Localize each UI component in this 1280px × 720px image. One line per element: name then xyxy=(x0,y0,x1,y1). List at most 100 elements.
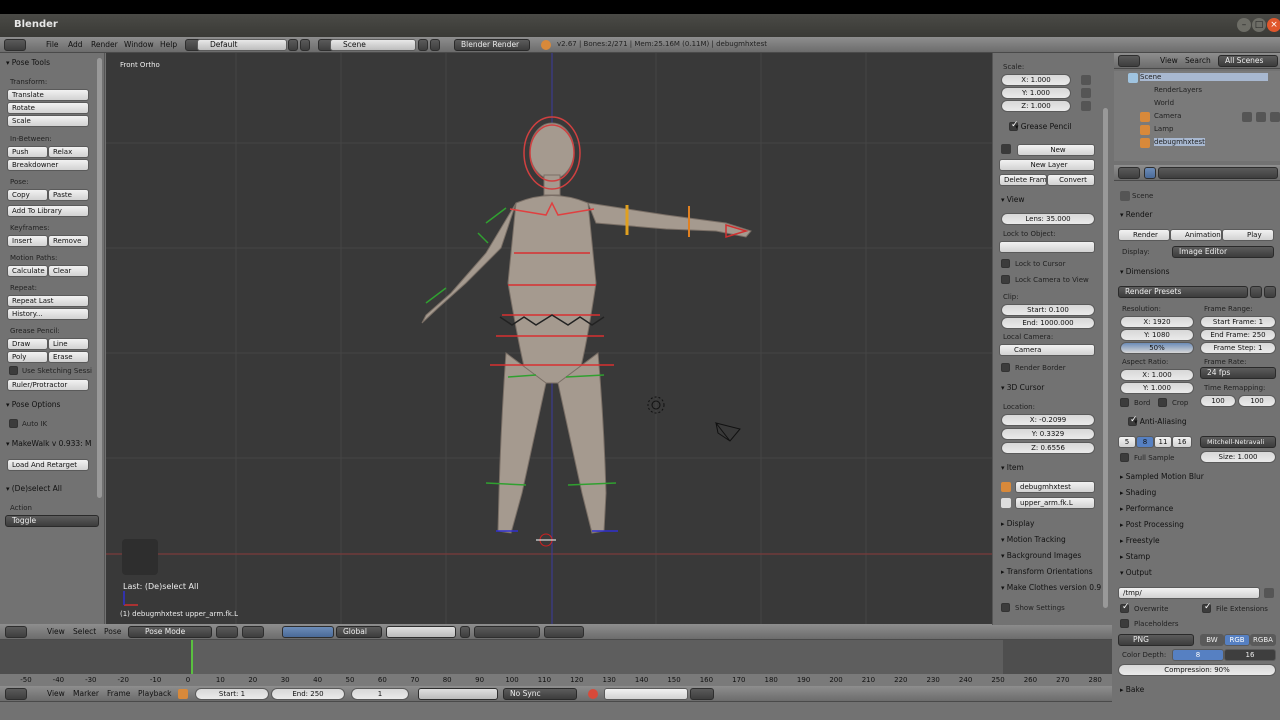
grease-pencil-panel[interactable]: Grease Pencil xyxy=(1001,122,1072,131)
outliner-item[interactable]: Scene xyxy=(1140,73,1268,81)
full-sample-checkbox[interactable] xyxy=(1120,453,1129,462)
erase-button[interactable]: Erase xyxy=(48,351,89,363)
insert-keyframe-button[interactable]: Insert xyxy=(7,235,48,247)
aa-samples-11[interactable]: 11 xyxy=(1154,436,1172,448)
copy-pose-button[interactable]: Copy xyxy=(7,189,48,201)
line-button[interactable]: Line xyxy=(48,338,89,350)
pivot-icon[interactable] xyxy=(242,626,264,638)
render-border-checkbox[interactable] xyxy=(1001,363,1010,372)
border-checkbox[interactable] xyxy=(1120,398,1129,407)
timeline-menu-playback[interactable]: Playback xyxy=(138,689,171,698)
menu-view[interactable]: View xyxy=(47,627,65,636)
presets-add-button[interactable] xyxy=(1250,286,1262,298)
compression-field[interactable]: Compression: 90% xyxy=(1118,664,1276,676)
render-camera-icon[interactable] xyxy=(1270,112,1280,122)
view3d-editor-icon[interactable] xyxy=(5,626,27,638)
render-tab-icon[interactable] xyxy=(1144,167,1156,179)
viewport-3d[interactable]: Front Ortho Last: (De)select All (1) deb… xyxy=(106,53,992,624)
remove-keyframe-button[interactable]: Remove xyxy=(48,235,89,247)
scale-button[interactable]: Scale xyxy=(7,115,89,127)
playback-controls-icons[interactable] xyxy=(418,688,498,700)
scene-add-button[interactable] xyxy=(418,39,428,51)
outliner-menu-search[interactable]: Search xyxy=(1185,56,1211,65)
resolution-x-field[interactable]: X: 1920 xyxy=(1120,316,1194,328)
visibility-eye-icon[interactable] xyxy=(1242,112,1252,122)
timeline-menu-marker[interactable]: Marker xyxy=(73,689,99,698)
pose-options-panel[interactable]: Pose Options xyxy=(6,400,61,409)
dimensions-panel[interactable]: Dimensions xyxy=(1120,267,1170,276)
file-extensions-checkbox[interactable] xyxy=(1202,602,1212,613)
output-panel[interactable]: Output xyxy=(1120,568,1152,577)
minimize-icon[interactable]: – xyxy=(1237,18,1251,32)
manipulator-icon[interactable] xyxy=(282,626,334,638)
breakdowner-button[interactable]: Breakdowner xyxy=(7,159,89,171)
cursor-x-field[interactable]: X: -0.2099 xyxy=(1001,414,1095,426)
item-panel[interactable]: Item xyxy=(1001,463,1024,472)
sampled-motion-blur-panel[interactable]: Sampled Motion Blur xyxy=(1120,472,1204,481)
draw-button[interactable]: Draw xyxy=(7,338,48,350)
aspect-x-field[interactable]: X: 1.000 xyxy=(1120,369,1194,381)
auto-ik-checkbox[interactable] xyxy=(9,419,18,428)
scene-remove-button[interactable] xyxy=(430,39,440,51)
presets-remove-button[interactable] xyxy=(1264,286,1276,298)
play-button[interactable]: Play xyxy=(1222,229,1274,241)
lock-to-cursor-checkbox[interactable] xyxy=(1001,259,1010,268)
remap-old-field[interactable]: 100 xyxy=(1200,395,1236,407)
resolution-y-field[interactable]: Y: 1080 xyxy=(1120,329,1194,341)
clip-end-field[interactable]: End: 1000.000 xyxy=(1001,317,1095,329)
use-sketching-checkbox[interactable] xyxy=(9,366,18,375)
folder-icon[interactable] xyxy=(1264,588,1274,598)
aspect-y-field[interactable]: Y: 1.000 xyxy=(1120,382,1194,394)
file-format-select[interactable]: PNG xyxy=(1118,634,1194,646)
lock-scale-y-icon[interactable] xyxy=(1081,88,1091,98)
current-frame-line[interactable] xyxy=(191,640,193,674)
clear-paths-button[interactable]: Clear xyxy=(48,265,89,277)
lock-layers-icon[interactable] xyxy=(460,626,470,638)
viewport-canvas[interactable] xyxy=(106,53,992,624)
rgba-button[interactable]: RGBA xyxy=(1250,634,1276,646)
menu-add[interactable]: Add xyxy=(68,40,83,49)
timeline[interactable]: -50 -40 -30 -20 -10 0 10 20 30 40 50 60 70 80 90 100 110… xyxy=(0,640,1112,686)
aa-filter-select[interactable]: Mitchell-Netravali xyxy=(1200,436,1276,448)
lock-scale-z-icon[interactable] xyxy=(1081,101,1091,111)
timeline-menu-frame[interactable]: Frame xyxy=(107,689,130,698)
item-object-field[interactable]: debugmhxtest xyxy=(1015,481,1095,493)
render-panel[interactable]: Render xyxy=(1120,210,1153,219)
transform-orientations-panel[interactable]: Transform Orientations xyxy=(1001,567,1093,576)
timeline-editor-icon[interactable] xyxy=(5,688,27,700)
poly-button[interactable]: Poly xyxy=(7,351,48,363)
outliner-menu-view[interactable]: View xyxy=(1160,56,1178,65)
outliner-item[interactable]: debugmhxtest xyxy=(1154,138,1205,146)
outliner-editor-icon[interactable] xyxy=(1118,55,1140,67)
shading-icon[interactable] xyxy=(216,626,238,638)
depth-8-button[interactable]: 8 xyxy=(1172,649,1224,661)
display-select[interactable]: Image Editor xyxy=(1172,246,1274,258)
opengl-render-icons[interactable] xyxy=(544,626,584,638)
preview-range-icon[interactable] xyxy=(178,689,188,699)
start-frame-field[interactable]: Start Frame: 1 xyxy=(1200,316,1276,328)
layers-icon[interactable] xyxy=(386,626,456,638)
rgb-button[interactable]: RGB xyxy=(1224,634,1250,646)
pose-tools-panel[interactable]: Pose Tools xyxy=(6,58,50,67)
crop-checkbox[interactable] xyxy=(1158,398,1167,407)
new-layer-button[interactable]: New Layer xyxy=(999,159,1095,171)
info-icon[interactable] xyxy=(4,39,26,51)
properties-editor-icon[interactable] xyxy=(1118,167,1140,179)
scene-field[interactable]: Scene xyxy=(330,39,416,51)
keyframe-insert-icons[interactable] xyxy=(690,688,714,700)
resolution-percent-field[interactable]: 50% xyxy=(1120,342,1194,354)
lock-to-object-field[interactable] xyxy=(999,241,1095,253)
load-and-retarget-button[interactable]: Load And Retarget xyxy=(7,459,89,471)
screen-remove-button[interactable] xyxy=(300,39,310,51)
background-images-panel[interactable]: Background Images xyxy=(1001,551,1082,560)
performance-panel[interactable]: Performance xyxy=(1120,504,1174,513)
local-camera-field[interactable]: Camera xyxy=(999,344,1095,356)
keying-set-field[interactable] xyxy=(604,688,688,700)
menu-pose[interactable]: Pose xyxy=(104,627,121,636)
depth-16-button[interactable]: 16 xyxy=(1224,649,1276,661)
end-frame-field[interactable]: End Frame: 250 xyxy=(1200,329,1276,341)
orientation-select[interactable]: Global xyxy=(336,626,382,638)
lock-camera-checkbox[interactable] xyxy=(1001,275,1010,284)
rotate-button[interactable]: Rotate xyxy=(7,102,89,114)
scale-y-field[interactable]: Y: 1.000 xyxy=(1001,87,1071,99)
